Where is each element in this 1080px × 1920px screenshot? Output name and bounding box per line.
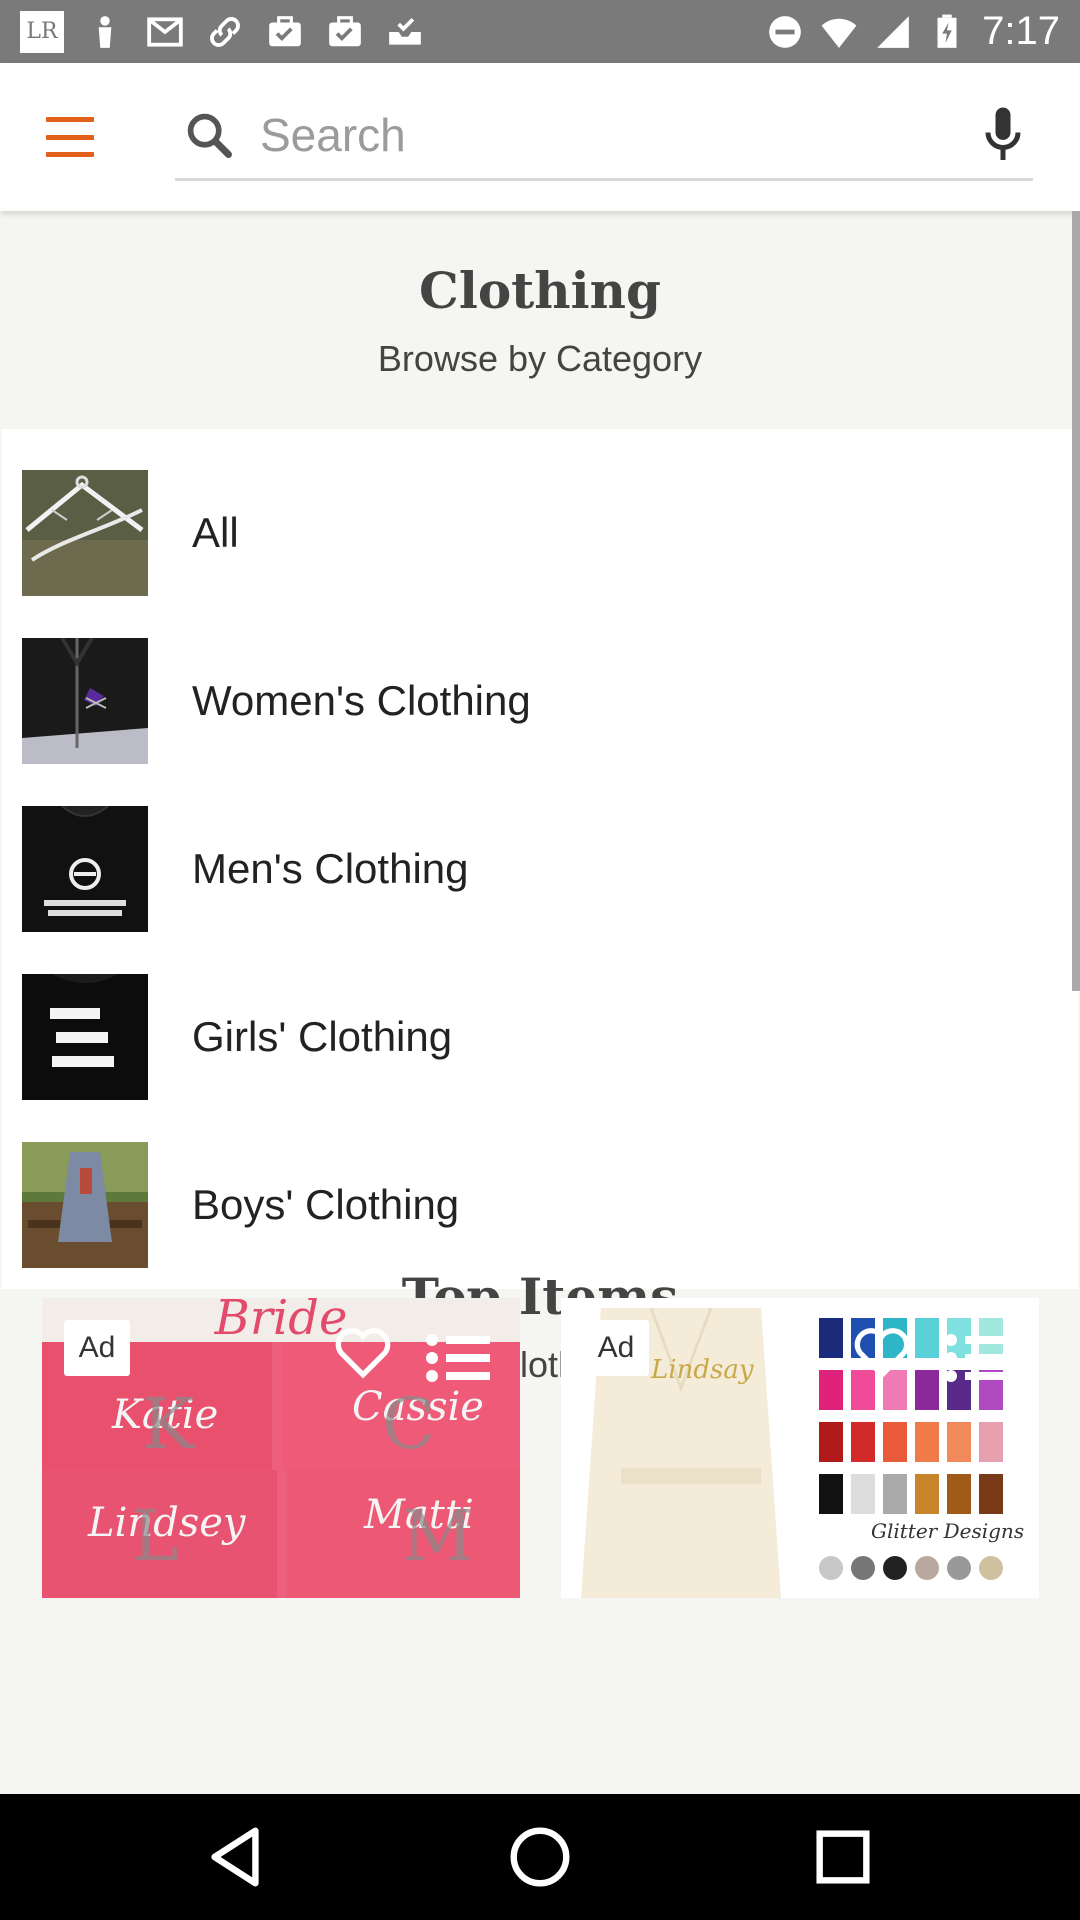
category-label: Women's Clothing	[192, 677, 531, 724]
category-thumbnail	[22, 974, 148, 1100]
search-bar[interactable]	[175, 91, 1033, 181]
category-label: Girls' Clothing	[192, 1013, 453, 1060]
page-title: Clothing	[419, 261, 661, 320]
category-item-all[interactable]: All	[2, 449, 1078, 617]
favorite-heart-icon[interactable]	[853, 1326, 911, 1380]
add-to-list-icon[interactable]	[426, 1334, 490, 1382]
microphone-icon[interactable]	[981, 105, 1025, 165]
hamburger-menu-icon[interactable]	[40, 111, 100, 163]
recents-icon[interactable]	[808, 1822, 878, 1892]
scrollbar[interactable]	[1072, 211, 1080, 991]
category-list: All Women's Clothing Men's Clothing Girl…	[2, 429, 1078, 1289]
back-icon[interactable]	[200, 1822, 270, 1892]
category-thumbnail	[22, 1142, 148, 1268]
search-icon	[187, 113, 232, 158]
favorite-heart-icon[interactable]	[334, 1326, 392, 1380]
category-thumbnail	[22, 470, 148, 596]
do-not-disturb-icon	[766, 13, 804, 51]
category-label: Men's Clothing	[192, 845, 469, 892]
category-item-mens[interactable]: Men's Clothing	[2, 785, 1078, 953]
status-bar: LR 7:17	[0, 0, 1080, 63]
system-icons: 7:17	[766, 9, 1060, 54]
wifi-icon	[820, 13, 858, 51]
clock: 7:17	[982, 9, 1060, 53]
briefcase-check-icon	[326, 13, 364, 51]
lr-icon: LR	[20, 10, 64, 53]
image-text: Bride	[214, 1298, 348, 1346]
navigation-bar	[0, 1794, 1080, 1920]
lr-icon-label: LR	[26, 19, 58, 44]
svg-text:L: L	[132, 1495, 178, 1577]
category-label: Boys' Clothing	[192, 1181, 460, 1228]
image-text: Lindsay	[650, 1355, 754, 1385]
battery-charging-icon	[928, 13, 966, 51]
search-input[interactable]	[260, 107, 910, 163]
category-item-womens[interactable]: Women's Clothing	[2, 617, 1078, 785]
category-header: Clothing Browse by Category	[0, 261, 1080, 380]
ad-badge: Ad	[583, 1320, 649, 1376]
category-thumbnail	[22, 638, 148, 764]
inbox-check-icon	[386, 13, 424, 51]
person-icon	[86, 13, 124, 51]
category-label: All	[192, 509, 239, 556]
image-text: Glitter Designs	[871, 1519, 1024, 1543]
home-icon[interactable]	[505, 1822, 575, 1892]
signal-icon	[874, 13, 912, 51]
briefcase-check-icon	[266, 13, 304, 51]
ad-badge: Ad	[64, 1320, 130, 1376]
top-items-cards: Bride Katie Cassie Lindsey Matti K C L M…	[42, 1298, 1042, 1598]
category-thumbnail	[22, 806, 148, 932]
notification-icons: LR	[20, 10, 424, 53]
listing-card[interactable]: Bride Katie Cassie Lindsey Matti K C L M…	[42, 1298, 520, 1598]
app-bar	[0, 63, 1080, 211]
link-icon	[206, 13, 244, 51]
category-item-boys[interactable]: Boys' Clothing	[2, 1121, 1078, 1289]
listing-card[interactable]: Lindsay Glitter Designs Ad	[561, 1298, 1039, 1598]
gmail-icon	[146, 13, 184, 51]
add-to-list-icon[interactable]	[945, 1334, 1009, 1382]
page-subtitle: Browse by Category	[377, 338, 703, 379]
svg-text:M: M	[402, 1495, 474, 1577]
svg-text:C: C	[382, 1383, 436, 1465]
category-item-girls[interactable]: Girls' Clothing	[2, 953, 1078, 1121]
svg-text:K: K	[142, 1383, 196, 1465]
